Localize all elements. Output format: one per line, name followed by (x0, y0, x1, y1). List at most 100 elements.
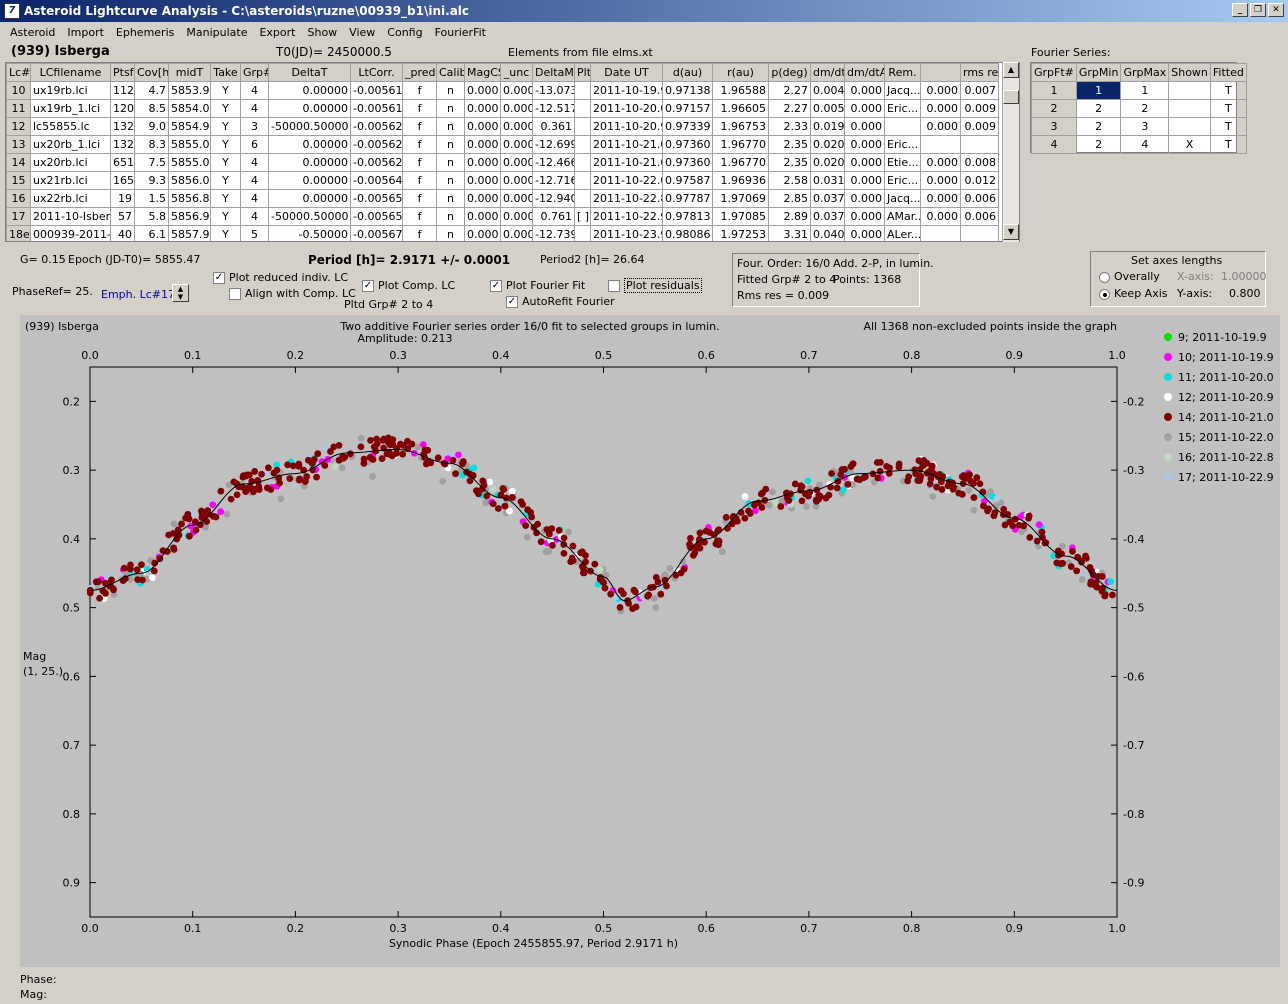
column-header[interactable]: LtCorr. (350, 63, 403, 82)
column-header[interactable]: midT (168, 63, 211, 82)
table-cell[interactable]: 0.98086 (662, 225, 713, 241)
table-cell[interactable]: n (436, 153, 465, 172)
table-cell[interactable]: 0.004 (810, 81, 845, 100)
table-cell[interactable]: 0.000 (920, 207, 961, 226)
table-row[interactable]: 10 ux19rb.lci 112 4.7 5853.9 Y 4 0.00000 -0.0056… (6, 81, 999, 100)
table-cell[interactable]: 5853.9 (168, 81, 211, 100)
fourier-column-header[interactable]: GrpFt# (1031, 63, 1077, 82)
table-cell[interactable]: 2.27 (768, 81, 811, 100)
table-cell[interactable]: Y (210, 171, 241, 190)
table-cell[interactable]: -12.940 (532, 189, 575, 208)
table-cell[interactable]: 0.000 (464, 225, 501, 241)
table-cell[interactable]: 0.020 (810, 135, 845, 154)
table-cell[interactable]: 2011-10-22.9 (590, 207, 663, 226)
minimize-button[interactable]: _ (1232, 3, 1248, 17)
table-cell[interactable]: 14 (6, 153, 31, 172)
table-cell[interactable]: 0.000 (920, 81, 961, 100)
table-cell[interactable]: 2011-10-22.0 (590, 171, 663, 190)
fourier-cell[interactable]: T (1209, 117, 1247, 136)
table-cell[interactable]: Eric... (884, 99, 921, 118)
table-cell[interactable]: -12.716 (532, 171, 575, 190)
fourier-cell[interactable]: 4 (1031, 135, 1077, 154)
table-cell[interactable]: 2011-10-22.8 (590, 189, 663, 208)
table-cell[interactable]: 0.97339 (662, 117, 713, 136)
table-cell[interactable]: 0.000 (464, 81, 501, 100)
table-cell[interactable]: 1.97085 (712, 207, 769, 226)
table-cell[interactable]: 0.000 (844, 135, 885, 154)
menu-asteroid[interactable]: Asteroid (4, 24, 61, 42)
table-cell[interactable]: 0.761 (532, 207, 575, 226)
keep-axis-radio[interactable]: Keep Axis (1099, 287, 1168, 300)
table-cell[interactable]: 57 (110, 207, 135, 226)
table-cell[interactable]: 9.0 (134, 117, 169, 136)
x-axis-input[interactable]: 1.00000 (1221, 270, 1267, 283)
chart-svg[interactable]: 0.0 0.0 0.1 0.1 0.2 0.2 0.3 0.3 0.4 0.4 0.5 0.5 0.6 0… (20, 315, 1280, 967)
table-cell[interactable]: n (436, 225, 465, 241)
table-cell[interactable]: -0.00567 (350, 225, 403, 241)
table-cell[interactable]: 0.97813 (662, 207, 713, 226)
table-cell[interactable]: f (402, 171, 437, 190)
table-cell[interactable]: -0.00564 (350, 171, 403, 190)
fourier-cell[interactable] (1168, 117, 1211, 136)
fourier-cell[interactable]: 3 (1031, 117, 1077, 136)
table-scrollbar[interactable]: ▲ ▼ (1002, 62, 1019, 242)
table-cell[interactable]: 5856.8 (168, 189, 211, 208)
table-cell[interactable]: 0.000 (920, 153, 961, 172)
table-cell[interactable]: 0.000 (464, 117, 501, 136)
fourier-cell[interactable]: 1 (1075, 81, 1122, 100)
table-cell[interactable]: 7.5 (134, 153, 169, 172)
table-cell[interactable]: 5854.9 (168, 117, 211, 136)
fourier-column-header[interactable]: Shown (1168, 63, 1211, 82)
fourier-cell[interactable]: 1 (1031, 81, 1077, 100)
table-row[interactable]: 12 lc55855.lc 132 9.0 5854.9 Y 3 -50000.50000 -0… (6, 117, 999, 136)
lightcurve-table[interactable]: Lc#LCfilenamePtsfCov[h]midTTakeGrp#Delta… (5, 62, 1020, 242)
fourier-row[interactable]: 323 T (1031, 117, 1247, 136)
table-cell[interactable]: 0.000 (920, 117, 961, 136)
table-cell[interactable]: 2011-10-21.0 (590, 135, 663, 154)
scroll-thumb[interactable] (1003, 90, 1019, 104)
table-cell[interactable]: 0.000 (500, 117, 533, 136)
table-cell[interactable]: -50000.50000 (268, 117, 351, 136)
table-row[interactable]: 16 ux22rb.lci 19 1.5 5856.8 Y 4 0.00000 -0.00565… (6, 189, 999, 208)
table-cell[interactable]: 0.97587 (662, 171, 713, 190)
table-row[interactable]: 15 ux21rb.lci 165 9.3 5856.0 Y 4 0.00000 -0.0056… (6, 171, 999, 190)
table-cell[interactable]: 0.97360 (662, 135, 713, 154)
table-cell[interactable]: 0.000 (844, 99, 885, 118)
table-cell[interactable]: -12.517 (532, 99, 575, 118)
plot-residuals-checkbox[interactable]: Plot residuals (608, 278, 702, 293)
table-cell[interactable]: 16 (6, 189, 31, 208)
column-header[interactable]: dm/dt (810, 63, 845, 82)
fourier-cell[interactable]: T (1209, 99, 1247, 118)
fourier-column-header[interactable]: GrpMin (1075, 63, 1122, 82)
table-cell[interactable]: 1.97069 (712, 189, 769, 208)
table-row[interactable]: 14 ux20rb.lci 651 7.5 5855.0 Y 4 0.00000 -0.0056… (6, 153, 999, 172)
table-cell[interactable]: 0.020 (810, 153, 845, 172)
table-cell[interactable]: 0.000 (844, 153, 885, 172)
table-cell[interactable]: -0.00562 (350, 117, 403, 136)
table-cell[interactable]: 2011-10-23.9 (590, 225, 663, 241)
table-cell[interactable]: Jacq... (884, 81, 921, 100)
fourier-row[interactable]: 111T (1031, 81, 1247, 100)
table-cell[interactable]: n (436, 189, 465, 208)
table-row[interactable]: 11 ux19rb_1.lci 120 8.5 5854.0 Y 4 0.00000 -0.00… (6, 99, 999, 118)
table-cell[interactable]: 2011-10-20.9 (590, 117, 663, 136)
fourier-cell[interactable] (1168, 81, 1211, 100)
table-cell[interactable]: -0.00561 (350, 99, 403, 118)
table-cell[interactable]: f (402, 117, 437, 136)
table-cell[interactable]: 0.000 (464, 189, 501, 208)
menu-manipulate[interactable]: Manipulate (180, 24, 253, 42)
table-cell[interactable]: Jacq... (884, 189, 921, 208)
table-cell[interactable]: 6 (240, 135, 269, 154)
plot-fourier-checkbox[interactable]: ✓ Plot Fourier Fit (490, 279, 585, 292)
table-cell[interactable]: 0.007 (960, 81, 999, 100)
table-cell[interactable]: 11 (6, 99, 31, 118)
fourier-column-header[interactable]: GrpMax (1120, 63, 1170, 82)
menu-fourierfit[interactable]: FourierFit (429, 24, 492, 42)
emph-spinner[interactable]: ▲ ▼ (172, 284, 189, 302)
fourier-cell[interactable]: T (1209, 81, 1247, 100)
table-cell[interactable]: 120 (110, 99, 135, 118)
table-cell[interactable]: 0.008 (960, 153, 999, 172)
table-cell[interactable]: 8.5 (134, 99, 169, 118)
restore-button[interactable]: ❐ (1250, 3, 1266, 17)
table-cell[interactable]: 0.037 (810, 207, 845, 226)
